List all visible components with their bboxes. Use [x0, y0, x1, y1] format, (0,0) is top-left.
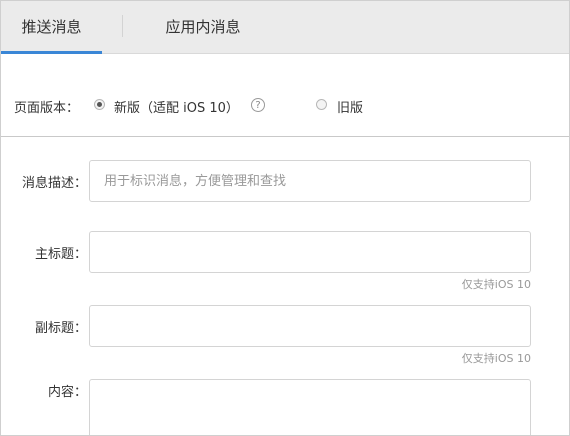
old-version-option-label[interactable]: 旧版: [337, 97, 363, 116]
description-input[interactable]: [89, 160, 531, 202]
title-hint: 仅支持iOS 10: [461, 278, 531, 291]
subtitle-hint: 仅支持iOS 10: [461, 352, 531, 365]
content-label: 内容：: [47, 385, 87, 400]
tab-push-message[interactable]: 推送消息: [1, 1, 102, 54]
old-version-radio[interactable]: [316, 99, 327, 110]
title-label: 主标题：: [34, 247, 87, 262]
tab-bar: 推送消息 应用内消息: [1, 1, 569, 54]
divider: [1, 136, 569, 137]
title-input[interactable]: [89, 231, 531, 273]
description-label: 消息描述：: [21, 176, 87, 191]
subtitle-label: 副标题：: [34, 321, 87, 336]
new-version-radio[interactable]: [94, 99, 105, 110]
subtitle-input[interactable]: [89, 305, 531, 347]
page-version-label: 页面版本：: [14, 101, 80, 116]
content-textarea[interactable]: [89, 379, 531, 435]
new-version-option-label[interactable]: 新版（适配 iOS 10）: [114, 97, 239, 116]
tab-in-app-message[interactable]: 应用内消息: [123, 1, 283, 53]
push-message-panel: 推送消息 应用内消息 页面版本： 新版（适配 iOS 10） ? 旧版 消息描述…: [0, 0, 570, 436]
question-circle-icon[interactable]: ?: [251, 98, 265, 112]
